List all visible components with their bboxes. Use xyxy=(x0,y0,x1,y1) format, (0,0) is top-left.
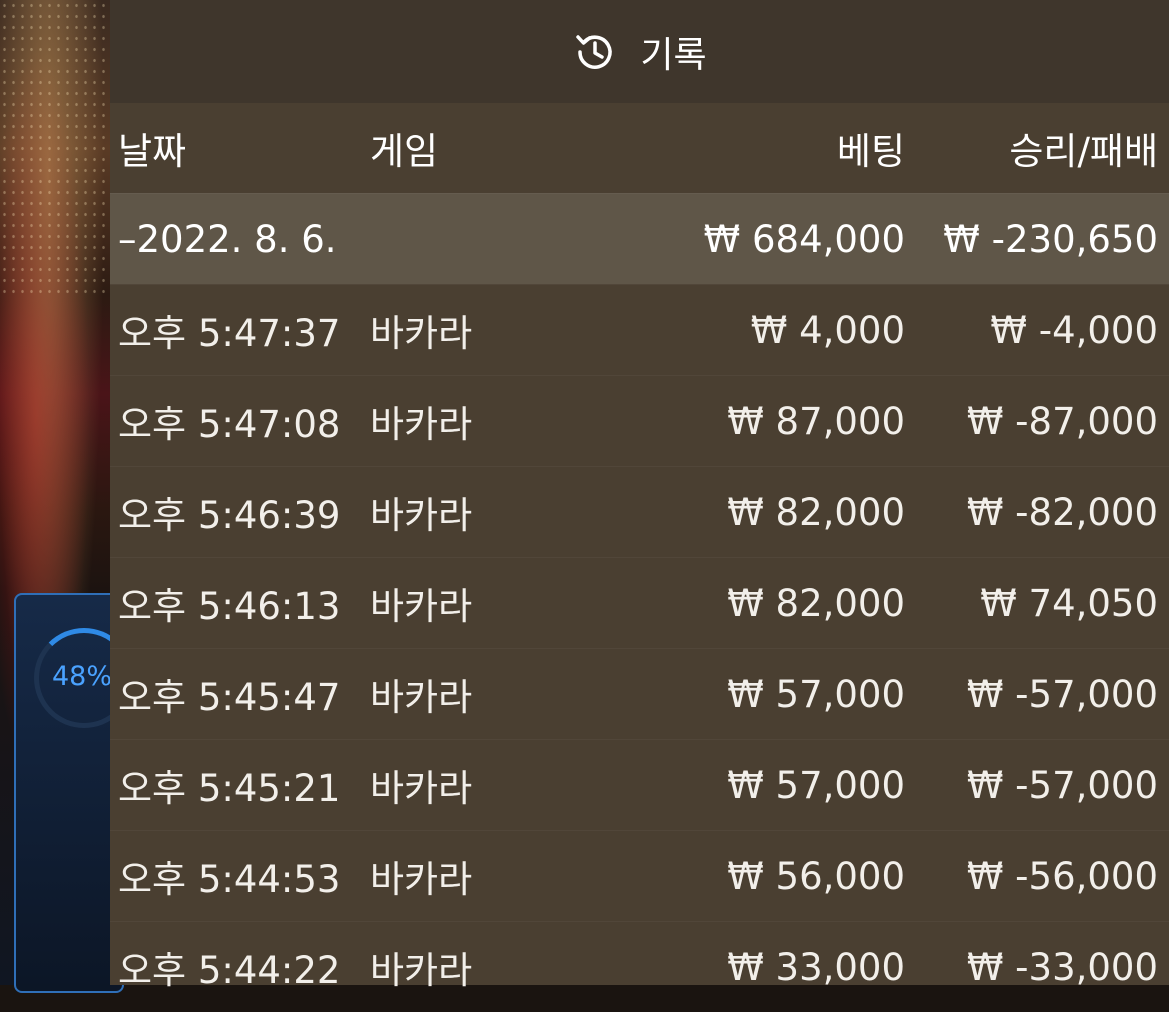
table-row[interactable]: 오후 5:46:39 바카라 ₩ 82,000 ₩ -82,000 xyxy=(110,466,1169,557)
row-bet: ₩ 82,000 xyxy=(727,581,905,625)
table-row[interactable]: 오후 5:44:53 바카라 ₩ 56,000 ₩ -56,000 xyxy=(110,830,1169,921)
row-time: 오후 5:45:21 xyxy=(118,767,341,810)
history-panel: 기록 날짜 게임 베팅 승리/패배 –2022. 8. 6. ₩ 684,000… xyxy=(110,0,1169,992)
row-result: ₩ -56,000 xyxy=(966,854,1158,898)
group-date: –2022. 8. 6. xyxy=(118,217,337,261)
row-bet: ₩ 56,000 xyxy=(727,854,905,898)
page-title: 기록 xyxy=(640,34,707,76)
row-game: 바카라 xyxy=(370,858,473,901)
row-game: 바카라 xyxy=(370,585,473,628)
row-result: ₩ -33,000 xyxy=(966,945,1158,989)
row-time: 오후 5:46:13 xyxy=(118,585,341,628)
column-header-result: 승리/패배 xyxy=(1009,130,1158,173)
column-header-game: 게임 xyxy=(370,130,439,173)
row-bet: ₩ 87,000 xyxy=(727,399,905,443)
row-time: 오후 5:44:22 xyxy=(118,949,341,992)
table-row[interactable]: 오후 5:44:22 바카라 ₩ 33,000 ₩ -33,000 xyxy=(110,921,1169,1012)
table-row[interactable]: 오후 5:47:08 바카라 ₩ 87,000 ₩ -87,000 xyxy=(110,375,1169,466)
row-time: 오후 5:47:37 xyxy=(118,312,341,355)
row-game: 바카라 xyxy=(370,949,473,992)
group-result-total: ₩ -230,650 xyxy=(943,217,1158,261)
row-time: 오후 5:45:47 xyxy=(118,676,341,719)
table-row[interactable]: 오후 5:47:37 바카라 ₩ 4,000 ₩ -4,000 xyxy=(110,284,1169,375)
row-result: ₩ -57,000 xyxy=(966,672,1158,716)
row-bet: ₩ 82,000 xyxy=(727,490,905,534)
row-game: 바카라 xyxy=(370,767,473,810)
background-lights xyxy=(0,0,110,300)
column-header-date: 날짜 xyxy=(118,130,187,173)
column-header-row: 날짜 게임 베팅 승리/패배 xyxy=(110,103,1169,193)
row-time: 오후 5:47:08 xyxy=(118,403,341,446)
row-bet: ₩ 4,000 xyxy=(750,308,905,352)
row-game: 바카라 xyxy=(370,312,473,355)
history-icon xyxy=(572,29,618,75)
row-game: 바카라 xyxy=(370,676,473,719)
row-result: ₩ -57,000 xyxy=(966,763,1158,807)
table-row[interactable]: 오후 5:45:21 바카라 ₩ 57,000 ₩ -57,000 xyxy=(110,739,1169,830)
row-time: 오후 5:44:53 xyxy=(118,858,341,901)
row-bet: ₩ 57,000 xyxy=(727,672,905,716)
row-game: 바카라 xyxy=(370,494,473,537)
table-row[interactable]: 오후 5:45:47 바카라 ₩ 57,000 ₩ -57,000 xyxy=(110,648,1169,739)
row-result: ₩ -82,000 xyxy=(966,490,1158,534)
column-header-bet: 베팅 xyxy=(836,130,905,173)
row-game: 바카라 xyxy=(370,403,473,446)
row-bet: ₩ 57,000 xyxy=(727,763,905,807)
row-bet: ₩ 33,000 xyxy=(727,945,905,989)
progress-label: 48% xyxy=(52,661,113,692)
row-result: ₩ 74,050 xyxy=(980,581,1158,625)
group-bet-total: ₩ 684,000 xyxy=(703,217,905,261)
date-group-row[interactable]: –2022. 8. 6. ₩ 684,000 ₩ -230,650 xyxy=(110,193,1169,284)
row-result: ₩ -4,000 xyxy=(990,308,1158,352)
table-row[interactable]: 오후 5:46:13 바카라 ₩ 82,000 ₩ 74,050 xyxy=(110,557,1169,648)
panel-header: 기록 xyxy=(110,0,1169,103)
row-time: 오후 5:46:39 xyxy=(118,494,341,537)
row-result: ₩ -87,000 xyxy=(966,399,1158,443)
